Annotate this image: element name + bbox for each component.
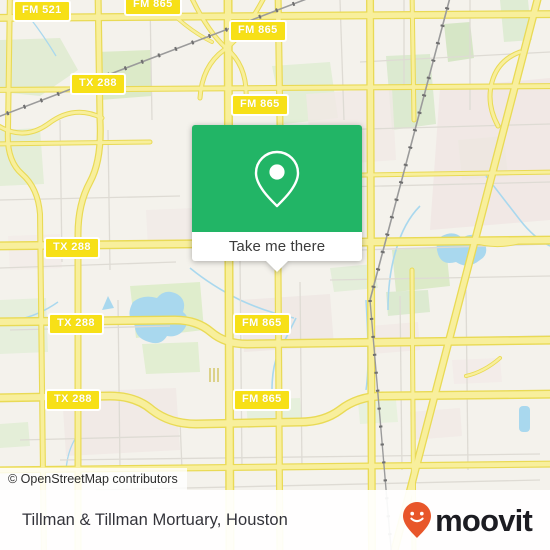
take-me-there-label: Take me there: [228, 238, 326, 255]
moovit-logo[interactable]: moovit: [402, 501, 533, 539]
road-shield-tx288-4: TX 288: [45, 389, 101, 411]
popup-pointer-tail: [265, 260, 289, 272]
popup-action-bar[interactable]: Take me there: [192, 232, 362, 272]
moovit-wordmark: moovit: [435, 502, 533, 538]
road-shield-tx288-2: TX 288: [44, 237, 100, 259]
footer-bar: Tillman & Tillman Mortuary, Houston moov…: [0, 490, 550, 550]
road-shield-fm865-2: FM 865: [229, 20, 287, 42]
road-shield-tx288-1: TX 288: [70, 73, 126, 95]
map-popup-callout[interactable]: Take me there: [192, 125, 362, 272]
road-shield-fm865-4: FM 865: [233, 313, 291, 335]
osm-attribution[interactable]: © OpenStreetMap contributors: [0, 468, 187, 490]
road-shield-tx288-3: TX 288: [48, 313, 104, 335]
road-shield-fm521: FM 521: [13, 0, 71, 22]
map-screenshot: FM 521 FM 865 FM 865 TX 288 FM 865 TX 28…: [0, 0, 550, 550]
road-shield-fm865-3: FM 865: [231, 94, 289, 116]
osm-attribution-text: © OpenStreetMap contributors: [8, 472, 178, 486]
place-title: Tillman & Tillman Mortuary, Houston: [22, 510, 288, 529]
moovit-smiley-pin-icon: [403, 502, 432, 538]
popup-image-panel: [192, 125, 362, 232]
road-shield-fm865-5: FM 865: [233, 389, 291, 411]
road-shield-fm865-1: FM 865: [124, 0, 182, 16]
map-pin-icon: [254, 150, 300, 207]
